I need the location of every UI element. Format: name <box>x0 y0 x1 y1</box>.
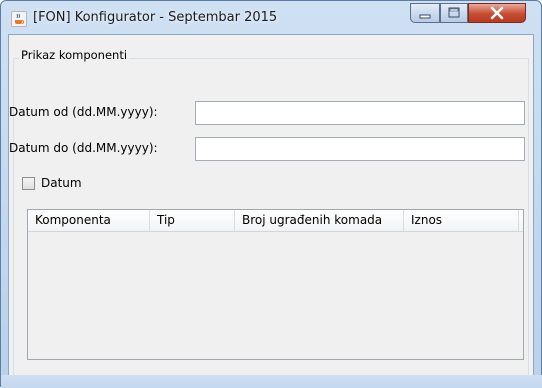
date-from-label: Datum od (dd.MM.yyyy): <box>9 105 158 119</box>
panel-title: Prikaz komponenti <box>19 48 130 62</box>
components-table[interactable]: Komponenta Tip Broj ugrađenih komada Izn… <box>27 209 524 360</box>
date-checkbox-label[interactable]: Datum <box>41 176 82 190</box>
column-header-tip[interactable]: Tip <box>150 210 235 231</box>
date-from-field[interactable] <box>195 101 525 125</box>
application-window: [FON] Konfigurator - Septembar 2015 Prik… <box>0 0 542 388</box>
maximize-button[interactable] <box>440 3 468 23</box>
minimize-icon <box>419 14 431 19</box>
java-cup-icon[interactable] <box>11 11 27 27</box>
date-checkbox[interactable] <box>22 177 35 190</box>
date-to-field[interactable] <box>195 137 525 161</box>
column-header-broj-ugradjenih-komada[interactable]: Broj ugrađenih komada <box>235 210 404 231</box>
title-bar[interactable]: [FON] Konfigurator - Septembar 2015 <box>1 1 541 37</box>
maximize-icon <box>448 7 460 18</box>
window-bottom-border <box>1 375 542 388</box>
window-title: [FON] Konfigurator - Septembar 2015 <box>33 10 278 25</box>
close-icon <box>490 6 504 20</box>
close-button[interactable] <box>468 3 526 23</box>
date-to-label: Datum do (dd.MM.yyyy): <box>9 141 158 155</box>
minimize-button[interactable] <box>410 3 440 23</box>
column-header-komponenta[interactable]: Komponenta <box>28 210 150 231</box>
column-header-iznos[interactable]: Iznos <box>404 210 519 231</box>
table-header: Komponenta Tip Broj ugrađenih komada Izn… <box>28 210 523 232</box>
